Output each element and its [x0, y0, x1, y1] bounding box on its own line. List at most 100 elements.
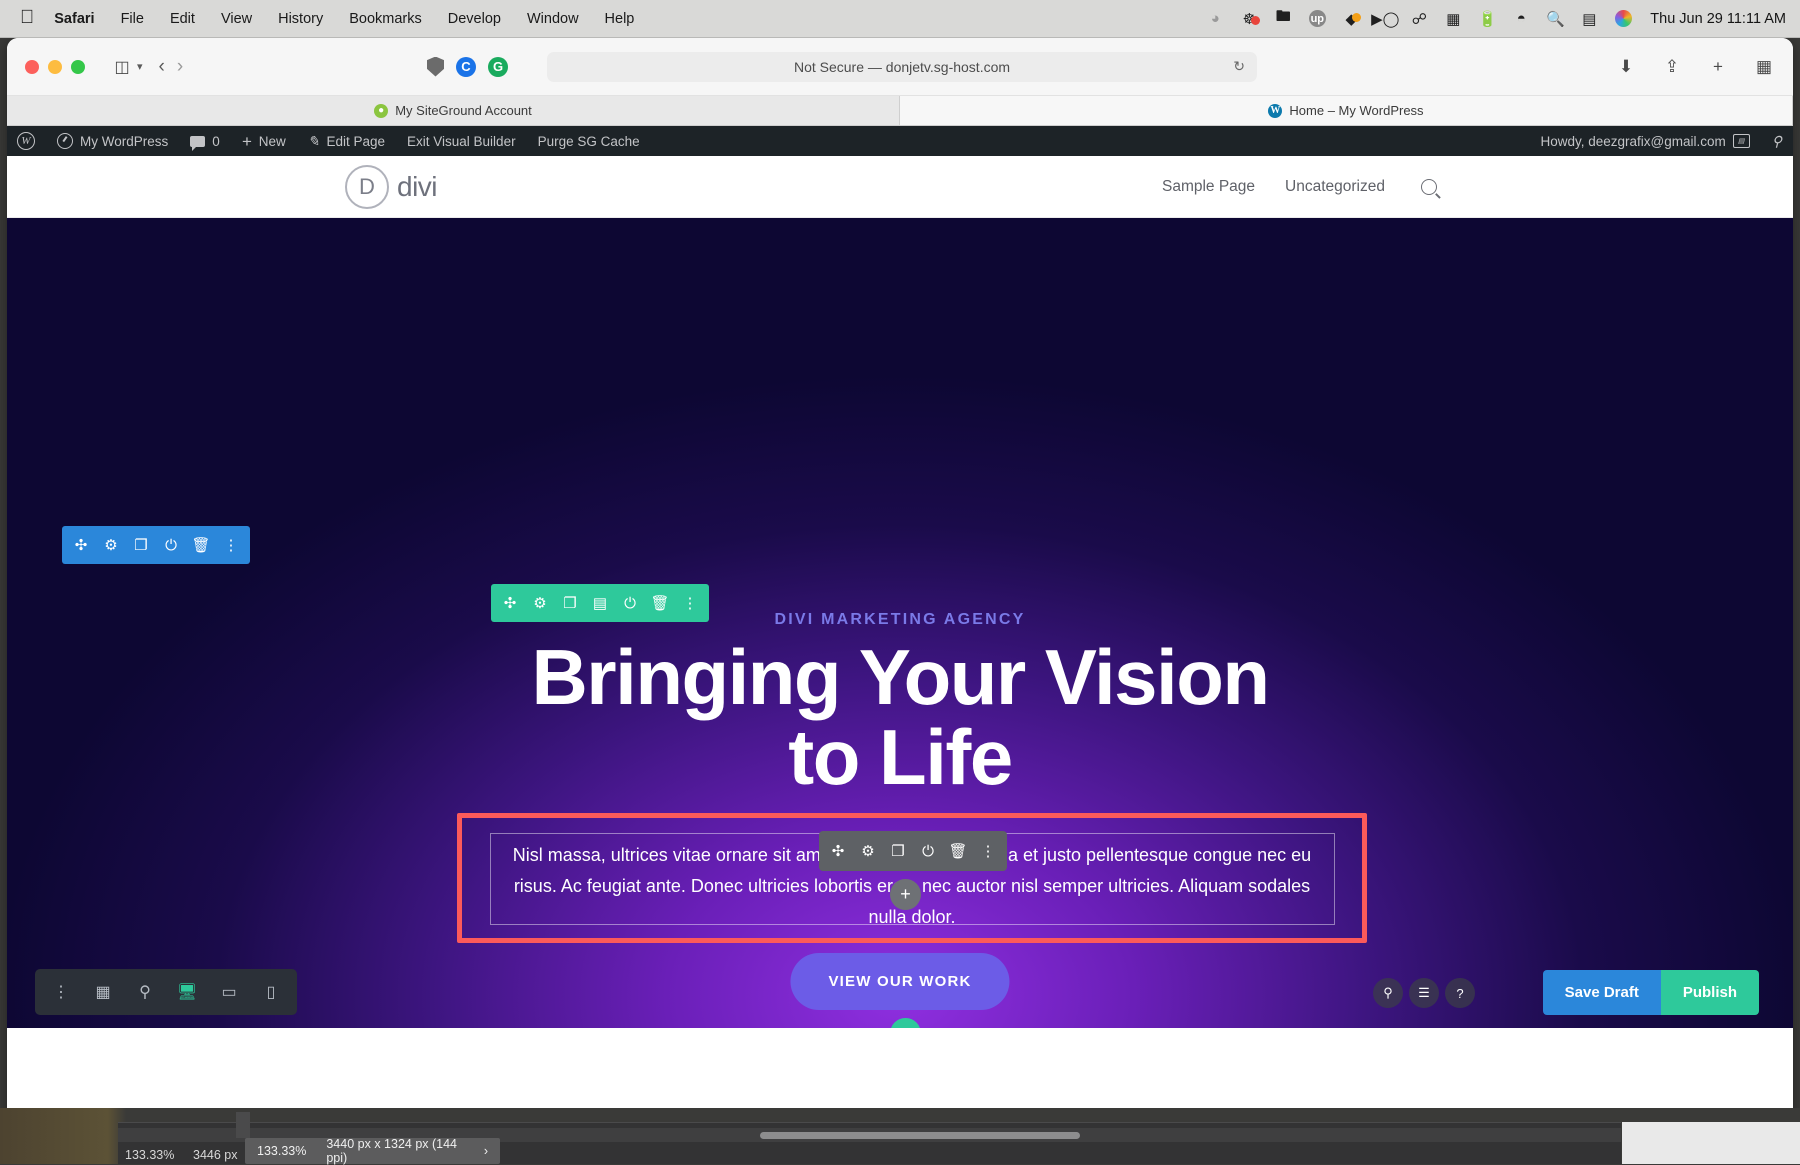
menu-safari[interactable]: Safari [48, 11, 107, 27]
navigation-arrows[interactable]: ‹ › [159, 56, 184, 78]
menu-history[interactable]: History [265, 11, 336, 27]
chevron-down-icon[interactable]: ▾ [137, 60, 143, 73]
row-settings-toolbar[interactable]: ✣ ⚙ ❐ ▤ ⏻ 🗑 ⋮ [491, 584, 709, 622]
calculator-icon[interactable]: ▦ [1436, 10, 1470, 28]
spotlight-search-icon[interactable]: 🔍 [1538, 10, 1572, 28]
maximize-window-button[interactable] [71, 60, 85, 74]
sidebar-icon[interactable]: ◫ [107, 54, 137, 80]
menu-edit[interactable]: Edit [157, 11, 208, 27]
site-nav: Sample Page Uncategorized [1162, 178, 1437, 196]
menu-bookmarks[interactable]: Bookmarks [336, 11, 435, 27]
tablet-view-icon[interactable]: ▭ [209, 972, 249, 1012]
move-icon[interactable]: ✣ [497, 588, 523, 618]
admin-howdy[interactable]: Howdy, deezgrafix@gmail.com ▤ [1530, 126, 1760, 156]
tab-siteground[interactable]: ● My SiteGround Account [7, 96, 900, 125]
settings-gear-icon[interactable]: ⚙ [855, 836, 881, 866]
duplicate-icon[interactable]: ❐ [885, 836, 911, 866]
siri-icon[interactable]: ◕ [1198, 10, 1232, 27]
menu-file[interactable]: File [108, 11, 157, 27]
comment-bubble-icon [190, 136, 205, 147]
horizontal-scrollbar-thumb[interactable] [760, 1132, 1080, 1139]
disable-power-icon[interactable]: ⏻ [158, 530, 184, 560]
new-tab-icon[interactable]: + [1703, 54, 1733, 80]
folder-icon[interactable]: 🖿 [1266, 6, 1300, 31]
nav-sample-page[interactable]: Sample Page [1162, 178, 1255, 196]
macos-menubar:  Safari File Edit View History Bookmark… [0, 0, 1800, 38]
menu-window[interactable]: Window [514, 11, 592, 27]
tab-overview-icon[interactable]: ▦ [1749, 54, 1779, 80]
upwork-icon[interactable]: up [1300, 10, 1334, 27]
delete-trash-icon[interactable]: 🗑 [647, 588, 673, 618]
duplicate-icon[interactable]: ❐ [557, 588, 583, 618]
duplicate-icon[interactable]: ❐ [128, 530, 154, 560]
more-options-icon[interactable]: ⋮ [218, 530, 244, 560]
help-icon[interactable]: ? [1445, 978, 1475, 1008]
move-icon[interactable]: ✣ [68, 530, 94, 560]
module-settings-toolbar[interactable]: ✣ ⚙ ❐ ⏻ 🗑 ⋮ [819, 831, 1007, 871]
desktop-view-icon[interactable]: 🖥 [167, 972, 207, 1012]
menu-develop[interactable]: Develop [435, 11, 514, 27]
layers-icon[interactable]: ☰ [1409, 978, 1439, 1008]
admin-item-comments[interactable]: 0 [179, 126, 231, 156]
cleanmymac-icon[interactable]: ☸ [1232, 10, 1266, 28]
zoom-out-view-icon[interactable]: ⚲ [125, 972, 165, 1012]
bluetooth-icon[interactable]: ☍ [1402, 10, 1436, 28]
nav-uncategorized[interactable]: Uncategorized [1285, 178, 1385, 196]
window-traffic-lights[interactable] [7, 60, 85, 74]
back-arrow-icon[interactable]: ‹ [159, 56, 165, 78]
download-icon[interactable]: ⬇ [1611, 54, 1641, 80]
extension-icons[interactable]: C G [427, 57, 508, 77]
view-our-work-button[interactable]: VIEW OUR WORK [790, 953, 1009, 1010]
wordpress-logo-menu[interactable]: W [7, 126, 46, 156]
settings-gear-icon[interactable]: ⚙ [527, 588, 553, 618]
admin-item-new[interactable]: + New [231, 126, 297, 156]
minimize-window-button[interactable] [48, 60, 62, 74]
menu-help[interactable]: Help [592, 11, 648, 27]
admin-item-purge-sg-cache[interactable]: Purge SG Cache [527, 126, 651, 156]
search-icon[interactable] [1421, 179, 1437, 195]
add-row-button[interactable]: + [890, 1018, 921, 1028]
control-center-icon[interactable]: ▤ [1572, 10, 1606, 28]
admin-search-button[interactable]: ⚲ [1761, 126, 1793, 156]
grammarly-icon[interactable]: ◆ [1334, 10, 1368, 28]
zoom-icon[interactable]: ⚲ [1373, 978, 1403, 1008]
phone-view-icon[interactable]: ▯ [251, 972, 291, 1012]
publish-button[interactable]: Publish [1661, 970, 1759, 1015]
close-window-button[interactable] [25, 60, 39, 74]
more-options-icon[interactable]: ⋮ [975, 836, 1001, 866]
c-extension-icon[interactable]: C [456, 57, 476, 77]
admin-item-exit-visual-builder[interactable]: Exit Visual Builder [396, 126, 527, 156]
admin-item-my-wordpress[interactable]: My WordPress [46, 126, 179, 156]
forward-arrow-icon[interactable]: › [177, 56, 183, 78]
delete-trash-icon[interactable]: 🗑 [188, 530, 214, 560]
admin-item-edit-page[interactable]: ✎ Edit Page [297, 126, 396, 156]
play-circle-icon[interactable]: ▶◯ [1368, 10, 1402, 28]
shield-icon[interactable] [427, 57, 444, 77]
wireframe-view-icon[interactable]: ▦ [83, 972, 123, 1012]
disable-power-icon[interactable]: ⏻ [617, 588, 643, 618]
address-bar[interactable]: Not Secure — donjetv.sg-host.com ↻ [547, 52, 1257, 82]
g-extension-icon[interactable]: G [488, 57, 508, 77]
columns-icon[interactable]: ▤ [587, 588, 613, 618]
popup-expand-arrow[interactable]: › [484, 1144, 488, 1158]
apple-icon[interactable]:  [14, 8, 48, 30]
site-logo[interactable]: D divi [345, 165, 437, 209]
menubar-clock[interactable]: Thu Jun 29 11:11 AM [1640, 11, 1786, 27]
share-icon[interactable]: ⇪ [1657, 54, 1687, 80]
delete-trash-icon[interactable]: 🗑 [945, 836, 971, 866]
sidebar-toggle[interactable]: ◫ ▾ [107, 54, 143, 80]
section-settings-toolbar[interactable]: ✣ ⚙ ❐ ⏻ 🗑 ⋮ [62, 526, 250, 564]
save-draft-button[interactable]: Save Draft [1543, 970, 1661, 1015]
settings-gear-icon[interactable]: ⚙ [98, 530, 124, 560]
reload-icon[interactable]: ↻ [1233, 58, 1245, 75]
tab-wordpress-home[interactable]: W Home – My WordPress [900, 96, 1793, 125]
move-icon[interactable]: ✣ [825, 836, 851, 866]
add-module-button[interactable]: + [890, 879, 921, 910]
battery-charging-icon[interactable]: 🔋 [1470, 10, 1504, 28]
color-wheel-icon[interactable] [1606, 10, 1640, 27]
more-vertical-icon[interactable]: ⋮ [41, 972, 81, 1012]
wifi-icon[interactable]: ◓ [1504, 10, 1538, 27]
menu-view[interactable]: View [208, 11, 265, 27]
disable-power-icon[interactable]: ⏻ [915, 836, 941, 866]
more-options-icon[interactable]: ⋮ [677, 588, 703, 618]
